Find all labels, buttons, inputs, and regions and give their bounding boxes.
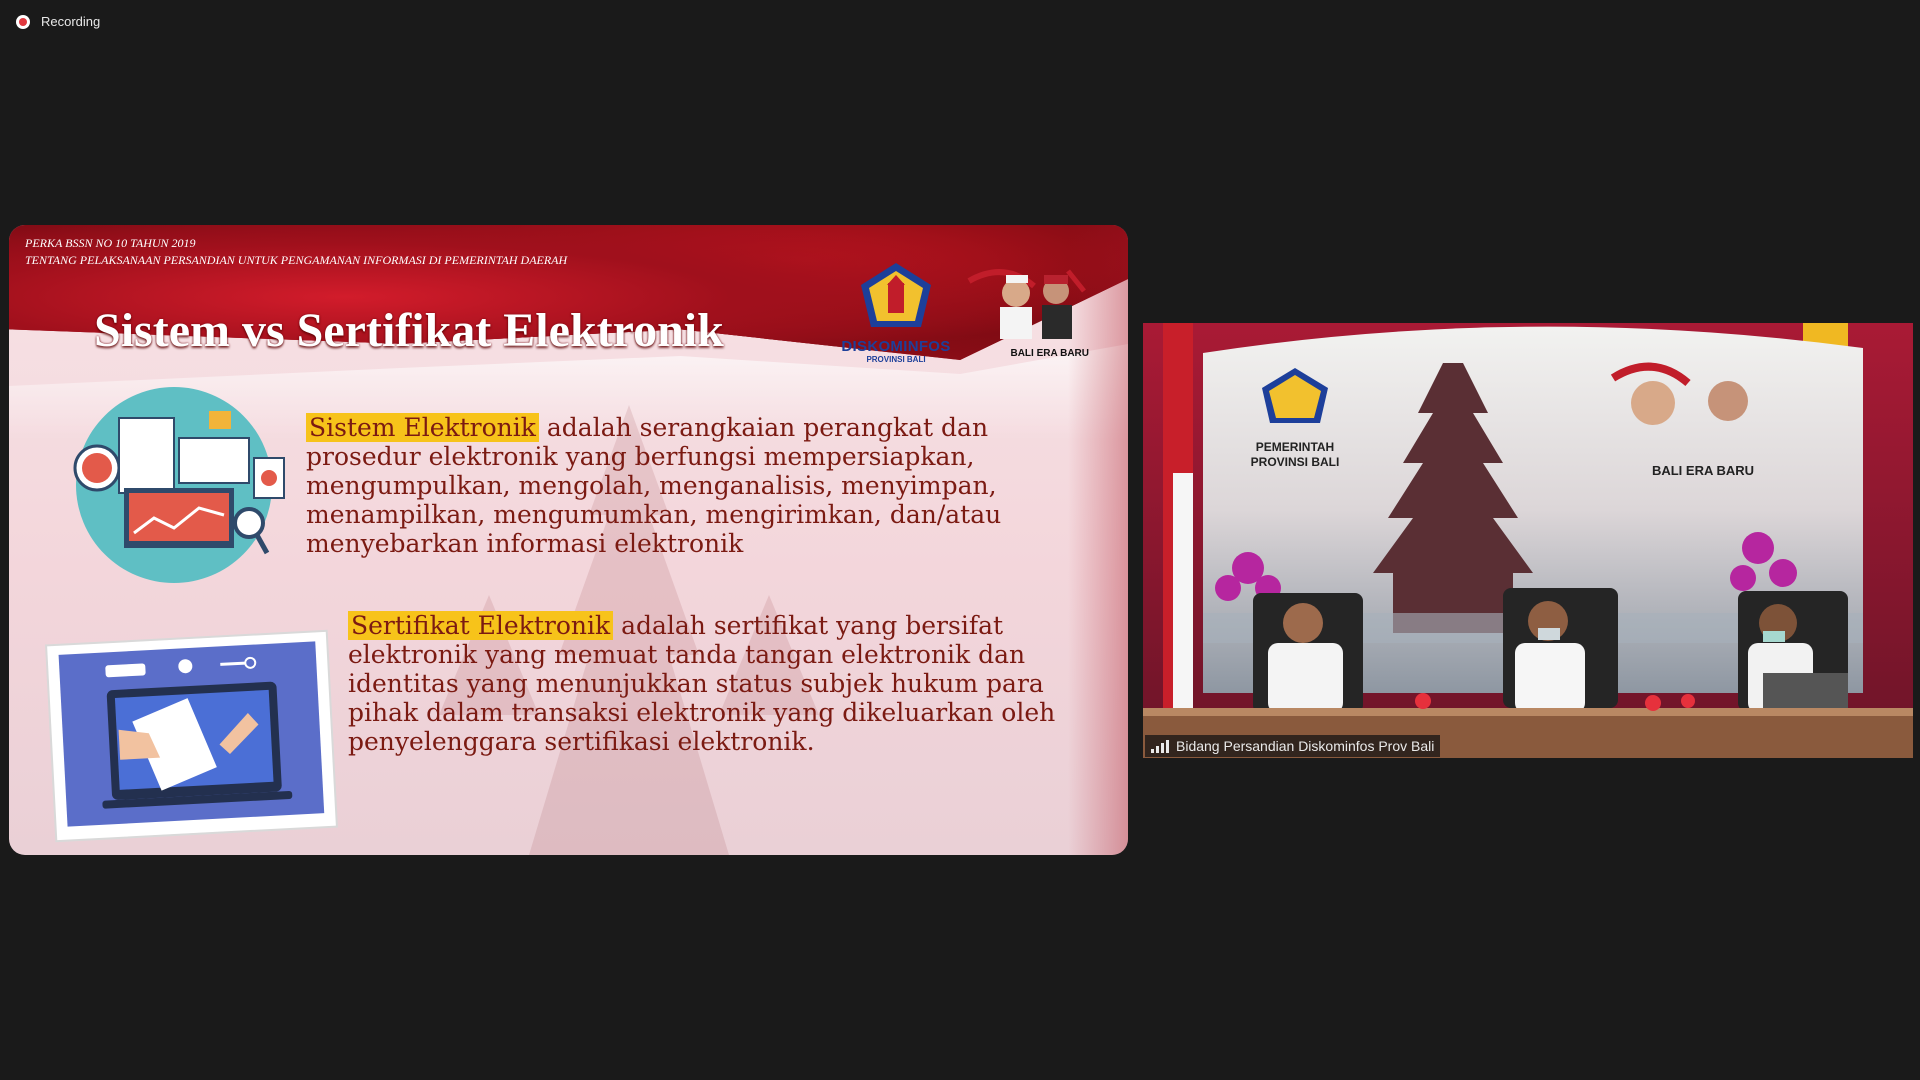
recording-label: Recording bbox=[41, 14, 101, 29]
signal-strength-icon bbox=[1151, 739, 1169, 753]
participant-video-tile[interactable]: PEMERINTAH PROVINSI BALI BALI ERA BARU bbox=[1143, 323, 1913, 758]
logo-subtitle: PROVINSI BALI bbox=[866, 355, 926, 364]
logo-name: DISKOMINFOS bbox=[841, 338, 951, 355]
paragraph-sistem-elektronik: Sistem Elektronik adalah serangkaian per… bbox=[306, 413, 1066, 558]
term-sertifikat-elektronik: Sertifikat Elektronik bbox=[348, 611, 614, 640]
svg-text:BALI ERA BARU: BALI ERA BARU bbox=[1652, 463, 1754, 478]
svg-text:PEMERINTAH: PEMERINTAH bbox=[1256, 440, 1334, 454]
reference-line-2: TENTANG PELAKSANAAN PERSANDIAN UNTUK PEN… bbox=[25, 253, 568, 267]
slide-title: Sistem vs Sertifikat Elektronik bbox=[94, 304, 724, 357]
participant-name-tag: Bidang Persandian Diskominfos Prov Bali bbox=[1145, 735, 1441, 757]
e-signature-illustration bbox=[45, 629, 338, 843]
leaders-photo-image bbox=[967, 269, 1086, 339]
bali-emblem-icon bbox=[861, 263, 931, 327]
shared-screen[interactable]: PERKA BSSN NO 10 TAHUN 2019 TENTANG PELA… bbox=[9, 225, 1128, 855]
dashboard-illustration bbox=[73, 387, 285, 583]
paragraph-sertifikat-elektronik: Sertifikat Elektronik adalah sertifikat … bbox=[348, 611, 1088, 756]
term-sistem-elektronik: Sistem Elektronik bbox=[306, 413, 539, 442]
meeting-window: Recording PERKA BSSN NO 10 TAHUN 2019 TE… bbox=[0, 0, 1920, 1080]
svg-text:PROVINSI BALI: PROVINSI BALI bbox=[1251, 455, 1340, 469]
slide-reference-header: PERKA BSSN NO 10 TAHUN 2019 TENTANG PELA… bbox=[25, 235, 567, 269]
record-icon bbox=[16, 14, 30, 29]
recording-indicator[interactable]: Recording bbox=[16, 14, 100, 29]
participant-video-image: PEMERINTAH PROVINSI BALI BALI ERA BARU bbox=[1143, 323, 1913, 758]
reference-line-1: PERKA BSSN NO 10 TAHUN 2019 bbox=[25, 236, 196, 250]
diskominfos-logo: DISKOMINFOS PROVINSI BALI bbox=[841, 261, 951, 364]
leaders-banner: BALI ERA BARU bbox=[964, 261, 1089, 361]
participant-name: Bidang Persandian Diskominfos Prov Bali bbox=[1176, 738, 1435, 754]
tagline: BALI ERA BARU bbox=[1010, 348, 1089, 359]
